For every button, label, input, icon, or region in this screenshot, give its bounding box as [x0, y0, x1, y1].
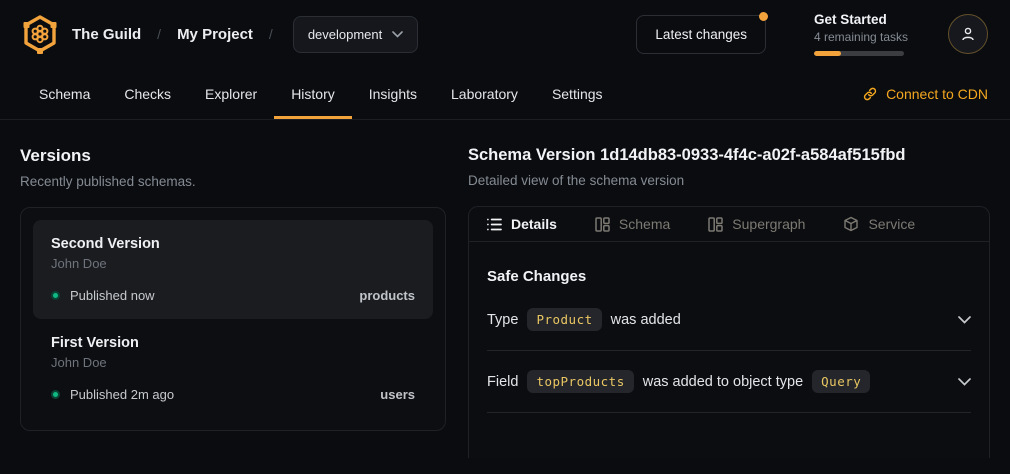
main-nav: Schema Checks Explorer History Insights …	[0, 68, 1010, 120]
schema-version-title: Schema Version 1d14db83-0933-4f4c-a02f-a…	[468, 146, 990, 165]
detail-tabs: Details Schema	[469, 207, 989, 242]
version-name: Second Version	[51, 236, 415, 252]
nav-tab-explorer[interactable]: Explorer	[188, 68, 274, 119]
published-status-icon	[51, 291, 60, 300]
nav-tab-laboratory[interactable]: Laboratory	[434, 68, 535, 119]
version-author: John Doe	[51, 256, 415, 271]
detail-tab-label: Supergraph	[732, 216, 805, 232]
detail-tab-schema[interactable]: Schema	[595, 216, 670, 232]
columns-icon	[595, 217, 610, 232]
version-meta-row: Published 2m ago users	[51, 387, 415, 402]
breadcrumb-org[interactable]: The Guild	[72, 26, 141, 43]
environment-select[interactable]: development	[293, 16, 418, 53]
nav-tab-schema[interactable]: Schema	[22, 68, 107, 119]
breadcrumb-separator: /	[155, 26, 163, 42]
get-started-widget[interactable]: Get Started 4 remaining tasks	[814, 12, 906, 56]
detail-tab-details[interactable]: Details	[487, 216, 557, 232]
detail-content: Safe Changes Type Product was added Fiel…	[469, 242, 989, 413]
service-name: users	[380, 387, 415, 402]
breadcrumb-separator: /	[267, 26, 275, 42]
service-name: products	[359, 288, 415, 303]
chevron-down-icon	[392, 31, 403, 38]
version-card-second[interactable]: Second Version John Doe Published now pr…	[33, 220, 433, 319]
published-label: Published 2m ago	[70, 387, 174, 402]
nav-tab-insights[interactable]: Insights	[352, 68, 434, 119]
code-chip: topProducts	[527, 370, 633, 393]
change-prefix: Type	[487, 312, 518, 328]
nav-tab-history[interactable]: History	[274, 68, 352, 119]
detail-tab-service[interactable]: Service	[843, 216, 915, 232]
code-chip: Query	[812, 370, 870, 393]
schema-version-subtitle: Detailed view of the schema version	[468, 173, 990, 188]
safe-changes-title: Safe Changes	[487, 268, 971, 285]
published-label: Published now	[70, 288, 155, 303]
detail-tab-label: Schema	[619, 216, 670, 232]
breadcrumb-project[interactable]: My Project	[177, 26, 253, 43]
versions-title: Versions	[20, 146, 446, 166]
change-prefix: Field	[487, 374, 518, 390]
versions-subtitle: Recently published schemas.	[20, 174, 446, 189]
detail-tab-supergraph[interactable]: Supergraph	[708, 216, 805, 232]
nav-tab-settings[interactable]: Settings	[535, 68, 620, 119]
versions-panel: Versions Recently published schemas. Sec…	[20, 120, 446, 431]
version-meta-row: Published now products	[51, 288, 415, 303]
detail-tab-label: Details	[511, 216, 557, 232]
chevron-down-icon[interactable]	[958, 378, 971, 386]
main-content: Versions Recently published schemas. Sec…	[0, 120, 1010, 458]
link-icon	[862, 86, 878, 102]
hive-logo-icon[interactable]	[22, 14, 58, 54]
schema-version-detail-box: Details Schema	[468, 206, 990, 458]
version-name: First Version	[51, 335, 415, 351]
version-card-first[interactable]: First Version John Doe Published 2m ago …	[33, 319, 433, 418]
columns-icon	[708, 217, 723, 232]
change-row-type-added[interactable]: Type Product was added	[487, 289, 971, 351]
chevron-down-icon[interactable]	[958, 316, 971, 324]
app-header: The Guild / My Project / development Lat…	[0, 0, 1010, 68]
schema-version-panel: Schema Version 1d14db83-0933-4f4c-a02f-a…	[468, 120, 990, 458]
connect-to-cdn-link[interactable]: Connect to CDN	[862, 68, 988, 119]
get-started-subtitle: 4 remaining tasks	[814, 30, 906, 44]
notification-dot	[759, 12, 768, 21]
latest-changes-label: Latest changes	[655, 27, 747, 42]
change-suffix: was added	[611, 312, 681, 328]
get-started-title: Get Started	[814, 12, 906, 27]
user-avatar[interactable]	[948, 14, 988, 54]
user-icon	[960, 26, 976, 42]
environment-select-value: development	[308, 27, 382, 42]
change-middle: was added to object type	[643, 374, 803, 390]
nav-tab-checks[interactable]: Checks	[107, 68, 188, 119]
latest-changes-button[interactable]: Latest changes	[636, 15, 766, 54]
published-status-icon	[51, 390, 60, 399]
get-started-progress-track	[814, 51, 904, 56]
version-author: John Doe	[51, 355, 415, 370]
code-chip: Product	[527, 308, 601, 331]
cube-icon	[843, 216, 859, 232]
get-started-progress-fill	[814, 51, 841, 56]
versions-list: Second Version John Doe Published now pr…	[20, 207, 446, 431]
connect-to-cdn-label: Connect to CDN	[886, 86, 988, 102]
list-icon	[487, 218, 502, 231]
detail-tab-label: Service	[868, 216, 915, 232]
change-row-field-added[interactable]: Field topProducts was added to object ty…	[487, 351, 971, 413]
